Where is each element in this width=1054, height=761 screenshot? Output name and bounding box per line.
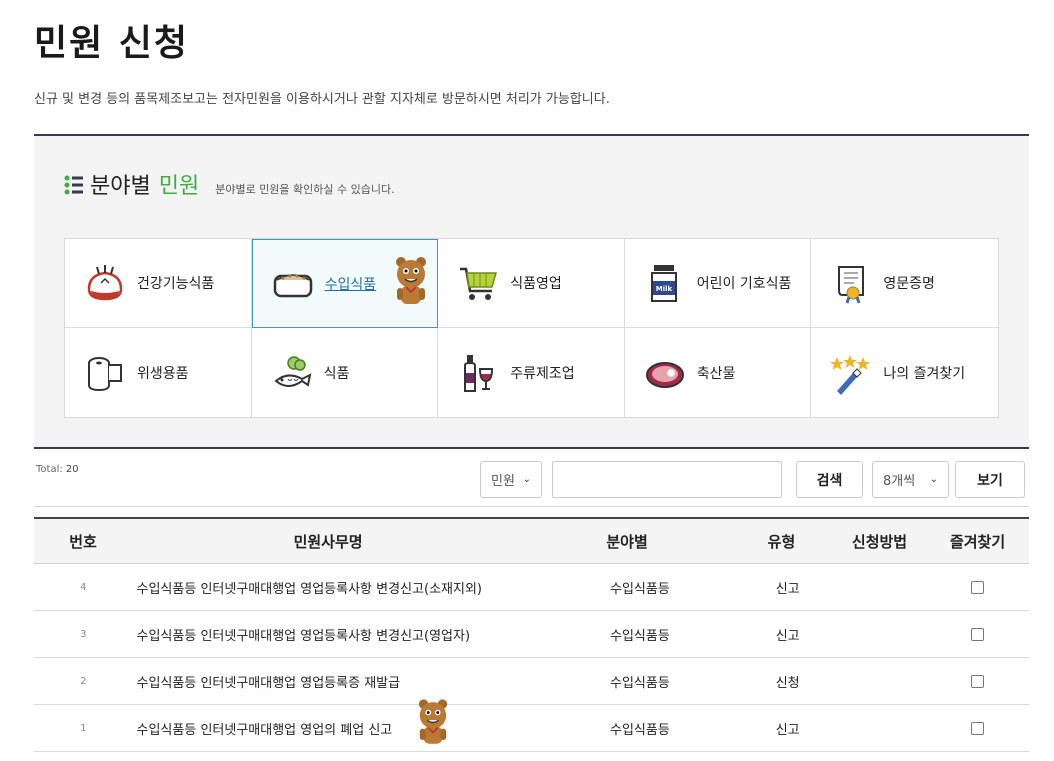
category-label: 주류제조업 [510,365,575,382]
category-health-food[interactable]: 건강기능식품 [65,239,252,328]
milk-icon: Milk [650,265,677,302]
category-label: 식품 [323,365,350,382]
category-english-certificate[interactable]: 영문증명 [811,239,998,328]
panel-title-accent: 민원 [158,174,200,199]
row-category: 수입식품등 [609,722,670,738]
category-livestock-products[interactable]: 축산물 [625,328,812,417]
category-food-business[interactable]: 식품영업 [438,239,625,328]
row-type: 신고 [775,628,800,644]
row-name-link[interactable]: 수입식품등 인터넷구매대행업 영업등록사항 변경신고(소재지외) [133,578,547,597]
toilet-paper-icon [88,356,122,391]
health-food-icon [87,265,123,301]
total-label: Total: [36,464,63,475]
page-title: 민원 신청 [34,23,190,64]
category-label: 위생용품 [137,365,189,382]
category-liquor-manufacturing[interactable]: 주류제조업 [438,328,625,417]
header-method: 신청방법 [851,532,908,551]
complaints-table: 번호 민원사무명 분야별 유형 신청방법 즐겨찾기 4 수입식품등 인터넷구매대… [34,517,1029,752]
row-no: 1 [80,722,87,734]
header-name: 민원사무명 [293,532,363,551]
favorite-checkbox[interactable] [970,721,984,735]
search-field-value: 민원 [491,474,515,489]
search-input[interactable] [552,461,782,498]
table-row: 1 수입식품등 인터넷구매대행업 영업의 폐업 신고 수입식품등 신고 [34,699,1029,752]
panel-title: 분야별 [90,174,151,199]
table-row: 2 수입식품등 인터넷구매대행업 영업등록증 재발급 수입식품등 신청 [34,658,1029,705]
category-label: 나의 즐겨찾기 [883,365,966,382]
panel-header: 분야별 민원 분야별로 민원을 확인하실 수 있습니다. [64,168,395,200]
row-type: 신고 [775,722,800,738]
divider [34,506,1029,507]
header-favorite: 즐겨찾기 [949,532,1006,551]
row-no: 2 [80,675,87,687]
category-food[interactable]: 식품 [252,328,439,417]
row-category: 수입식품등 [609,581,670,597]
svg-text:Milk: Milk [656,285,673,293]
category-label: 영문증명 [883,276,935,292]
category-panel: 분야별 민원 분야별로 민원을 확인하실 수 있습니다. 건강기능식품 수입식품 [34,134,1029,449]
header-type: 유형 [767,532,796,551]
header-category: 분야별 [606,532,648,551]
bear-character-icon [418,699,448,744]
row-category: 수입식품등 [609,675,670,691]
chevron-down-icon: ⌄ [522,474,531,485]
category-label: 수입식품 [324,276,377,293]
bear-character-icon [395,257,426,304]
category-label: 식품영업 [510,276,562,292]
row-no: 4 [80,581,87,593]
page-size-select[interactable]: 8개씩 ⌄ [872,461,949,498]
category-imported-food[interactable]: 수입식품 [251,239,439,328]
row-name-link[interactable]: 수입식품등 인터넷구매대행업 영업등록사항 변경신고(영업자) [133,625,547,644]
row-no: 3 [80,628,87,640]
header-no: 번호 [69,532,97,551]
row-name-link[interactable]: 수입식품등 인터넷구매대행업 영업의 폐업 신고 [133,719,547,738]
total-value: 20 [65,464,79,475]
certificate-icon [838,266,865,304]
bread-icon [273,273,312,297]
list-icon [64,175,83,195]
category-kids-food[interactable]: Milk 어린이 기호식품 [624,239,812,328]
liquor-icon [464,354,494,392]
page-size-value: 8개씩 [883,474,916,489]
category-label: 축산물 [696,365,736,382]
view-button[interactable]: 보기 [955,461,1025,498]
total-count: Total: 20 [36,464,79,475]
category-label: 어린이 기호식품 [696,276,792,292]
search-button[interactable]: 검색 [796,461,863,498]
row-type: 신고 [775,581,800,597]
category-label: 건강기능식품 [137,276,215,292]
search-field-select[interactable]: 민원 ⌄ [480,461,542,498]
meat-icon [645,361,684,388]
favorites-icon [830,354,871,395]
favorite-checkbox[interactable] [970,674,984,688]
page-description: 신규 및 변경 등의 품목제조보고는 전자민원을 이용하시거나 관할 지자체로 … [34,92,610,107]
table-row: 4 수입식품등 인터넷구매대행업 영업등록사항 변경신고(소재지외) 수입식품등… [34,564,1029,611]
category-my-favorites[interactable]: 나의 즐겨찾기 [811,328,998,417]
chevron-down-icon: ⌄ [929,474,938,485]
panel-subtitle: 분야별로 민원을 확인하실 수 있습니다. [215,183,395,196]
row-category: 수입식품등 [609,628,670,644]
food-icon [274,355,311,387]
favorite-checkbox[interactable] [970,580,984,594]
table-header: 번호 민원사무명 분야별 유형 신청방법 즐겨찾기 [34,517,1029,564]
category-grid: 건강기능식품 수입식품 식품영업 Milk 어린이 기호식품 영문증명 위생용품… [64,238,999,418]
category-hygiene-products[interactable]: 위생용품 [65,328,252,417]
row-type: 신청 [775,675,800,691]
favorite-checkbox[interactable] [970,627,984,641]
table-row: 3 수입식품등 인터넷구매대행업 영업등록사항 변경신고(영업자) 수입식품등 … [34,611,1029,658]
row-name-link[interactable]: 수입식품등 인터넷구매대행업 영업등록증 재발급 [133,672,547,691]
cart-icon [460,267,498,300]
